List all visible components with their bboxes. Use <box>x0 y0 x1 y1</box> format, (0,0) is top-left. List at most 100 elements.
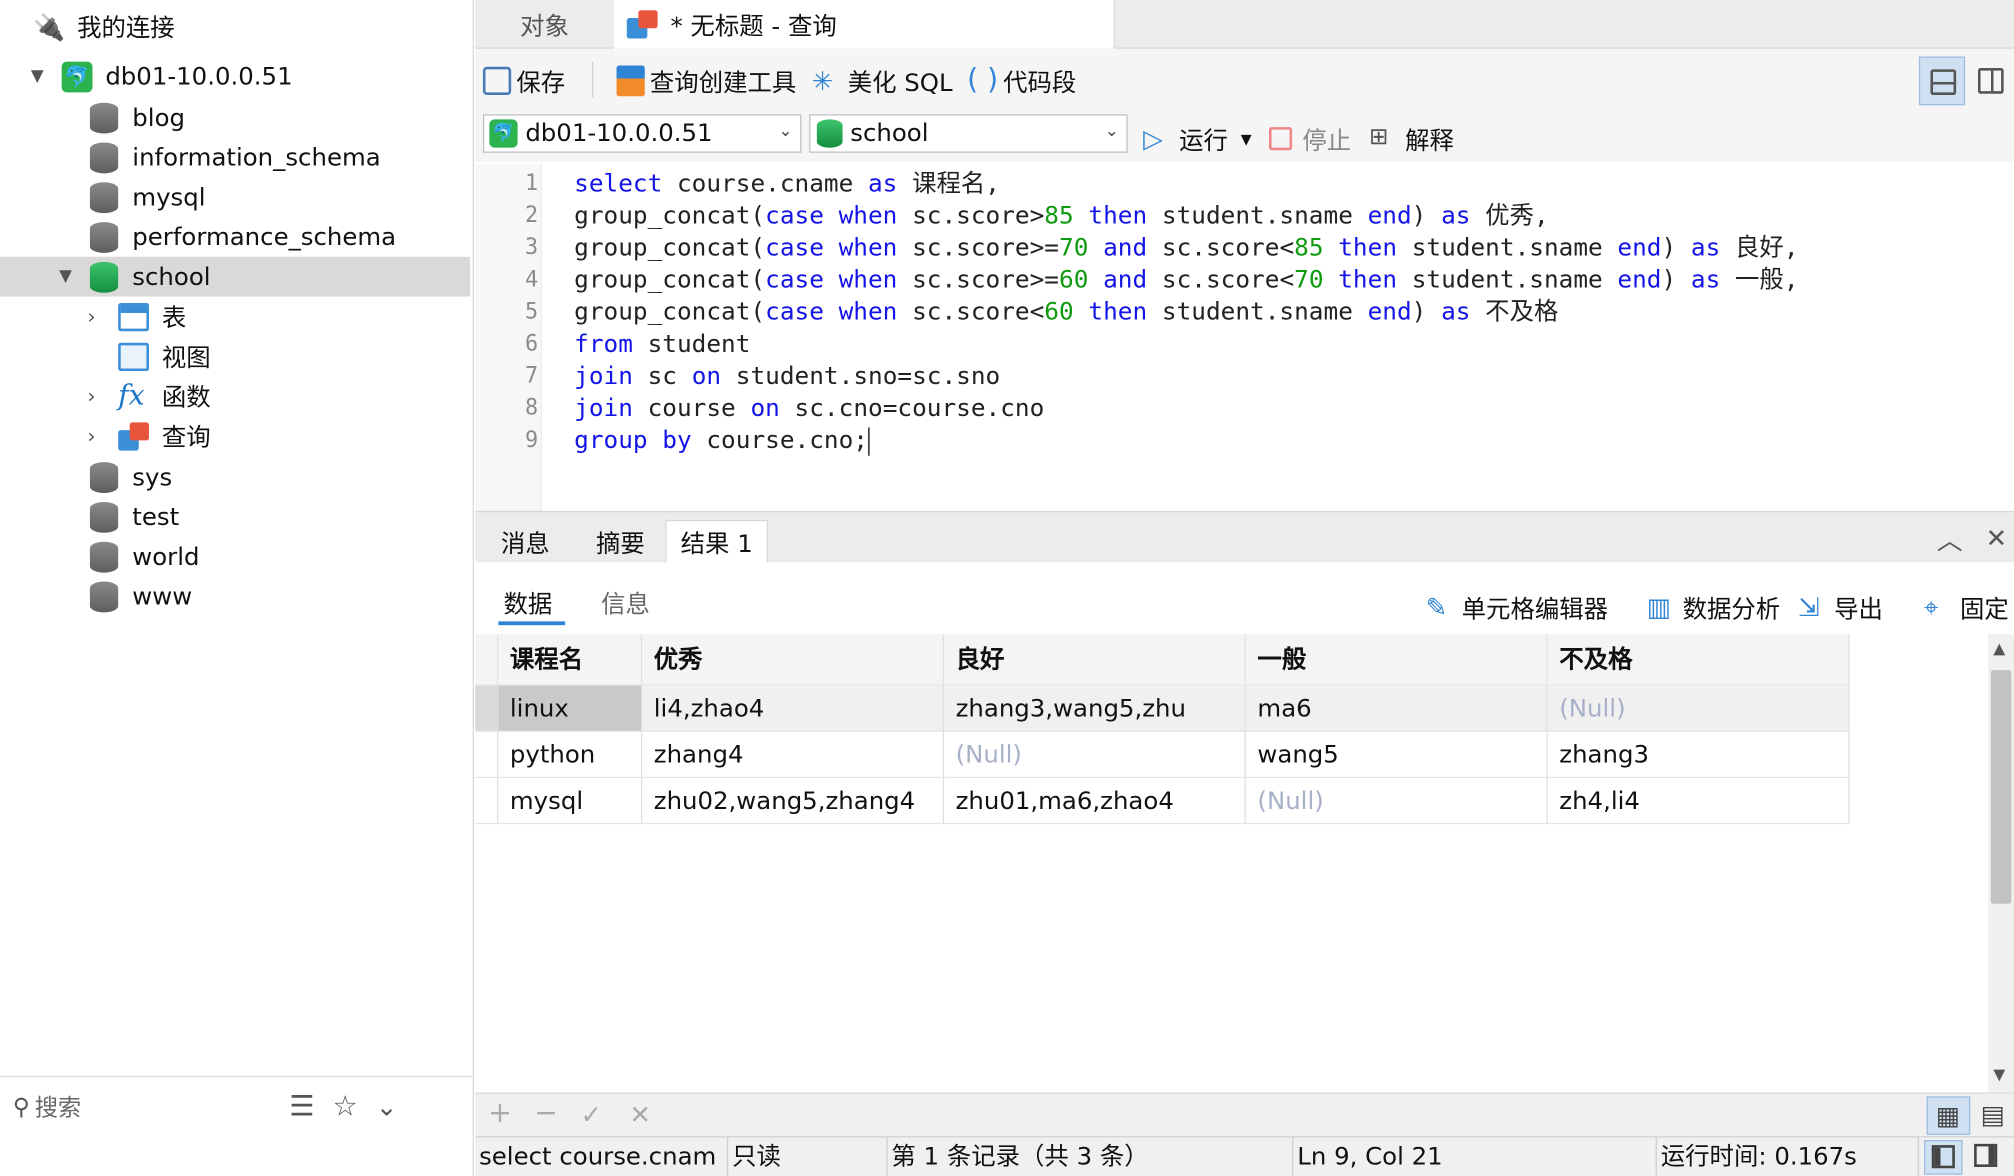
beautify-sql-button[interactable]: ✳ 美化 SQL <box>812 62 953 101</box>
star-icon[interactable]: ☆ <box>333 1091 358 1123</box>
tree-db-mysql[interactable]: mysql <box>89 177 206 217</box>
search-icon: ⚲ <box>12 1093 30 1121</box>
line-number: 9 <box>524 427 539 454</box>
tab-messages[interactable]: 消息 <box>480 520 570 564</box>
close-icon[interactable]: ✕ <box>1986 523 2008 554</box>
chevron-right-icon[interactable]: › <box>87 304 95 328</box>
apply-changes-icon[interactable]: ✓ <box>581 1099 603 1130</box>
layout-horizontal-button[interactable] <box>1918 56 1966 106</box>
database-icon <box>89 580 119 612</box>
query-icon <box>626 10 658 39</box>
db-label: sys <box>132 462 173 492</box>
scroll-down-icon[interactable]: ▼ <box>1993 1066 2005 1084</box>
tab-info[interactable]: 信息 <box>601 585 650 620</box>
collapse-icon[interactable]: ⌄ <box>376 1091 398 1122</box>
tree-db-information-schema[interactable]: information_schema <box>89 137 381 177</box>
grid-cell[interactable]: ma6 <box>1245 685 1548 732</box>
code-line-9: group by course.cno; <box>574 426 870 456</box>
scroll-up-icon[interactable]: ▲ <box>1993 639 2005 657</box>
code-snippet-button[interactable]: ( ) 代码段 <box>967 62 1076 101</box>
layout-vertical-button[interactable] <box>1968 56 2014 105</box>
export-button[interactable]: ⇲ 导出 <box>1798 588 1883 627</box>
grid-cell[interactable]: python <box>498 731 643 778</box>
connection-select[interactable]: 🐬 db01-10.0.0.51 ⌄ <box>482 114 802 153</box>
grid-cell[interactable]: zhang4 <box>642 731 945 778</box>
db-label: blog <box>132 103 185 132</box>
data-analysis-button[interactable]: ▥ 数据分析 <box>1647 588 1781 627</box>
cell-editor-button[interactable]: ✎ 单元格编辑器 <box>1426 588 1608 627</box>
tree-db-blog[interactable]: blog <box>89 98 185 138</box>
tree-connection[interactable]: ▼ 🐬 db01-10.0.0.51 <box>0 56 473 96</box>
column-header[interactable]: 一般 <box>1245 634 1548 686</box>
grid-cell[interactable]: zhang3,wang5,zhu <box>944 685 1246 732</box>
pin-button[interactable]: ⌖ 固定 <box>1924 588 2009 627</box>
sql-editor[interactable]: 1 2 3 4 5 6 7 8 9 select course.cname as… <box>475 164 2014 511</box>
explain-button[interactable]: ⊞ 解释 <box>1369 119 1454 158</box>
discard-changes-icon[interactable]: ✕ <box>629 1099 651 1130</box>
tab-summary[interactable]: 摘要 <box>573 520 668 564</box>
grid-cell[interactable]: zhu02,wang5,zhang4 <box>642 777 945 825</box>
chevron-right-icon[interactable]: › <box>87 424 95 448</box>
row-selector[interactable] <box>475 777 499 825</box>
mysql-connection-icon: 🐬 <box>61 60 93 92</box>
grid-cell[interactable]: li4,zhao4 <box>642 685 945 732</box>
panel-left-button[interactable] <box>1924 1140 1963 1175</box>
run-button[interactable]: ▷ 运行 ▼ <box>1143 119 1252 158</box>
my-connections-header[interactable]: 🔌 我的连接 <box>33 6 174 46</box>
db-label: information_schema <box>132 143 381 172</box>
column-header[interactable]: 良好 <box>944 634 1246 686</box>
tab-data[interactable]: 数据 <box>503 585 552 620</box>
run-label: 运行 <box>1179 126 1228 155</box>
chevron-down-icon[interactable]: ▼ <box>59 267 72 286</box>
column-header[interactable]: 课程名 <box>498 634 643 686</box>
tree-db-www[interactable]: www <box>89 576 192 616</box>
result-grid: 课程名 优秀 良好 一般 不及格 linux li4,zhao4 zhang3,… <box>475 634 1989 1093</box>
grid-cell[interactable]: zhu01,ma6,zhao4 <box>944 777 1246 825</box>
delete-row-icon[interactable]: − <box>534 1098 558 1130</box>
grid-cell-null[interactable]: (Null) <box>1245 777 1548 825</box>
column-header[interactable]: 优秀 <box>642 634 945 686</box>
tree-school-tables[interactable]: › 表 <box>0 297 186 337</box>
tree-db-performance-schema[interactable]: performance_schema <box>89 217 396 257</box>
split-vertical-icon <box>1977 68 2004 94</box>
collapse-panel-icon[interactable]: ︿ <box>1937 520 1963 557</box>
scrollbar-thumb[interactable] <box>1990 670 2012 904</box>
grid-cell[interactable]: zh4,li4 <box>1547 777 1850 825</box>
query-builder-button[interactable]: 查询创建工具 <box>616 62 796 101</box>
grid-view-button[interactable]: ▦ <box>1926 1096 1971 1135</box>
search-input[interactable]: 搜索 <box>35 1090 279 1123</box>
column-header[interactable]: 不及格 <box>1547 634 1850 686</box>
database-icon <box>89 541 119 572</box>
grid-scrollbar[interactable]: ▲ ▼ <box>1988 634 2014 1093</box>
status-cursor-position: Ln 9, Col 21 <box>1293 1137 1657 1176</box>
stop-button[interactable]: 停止 <box>1268 119 1351 158</box>
tree-school-queries[interactable]: › 查询 <box>0 416 211 456</box>
form-view-button[interactable]: ▤ <box>1975 1096 2014 1135</box>
grid-cell[interactable]: zhang3 <box>1547 731 1850 778</box>
grid-cell[interactable]: linux <box>498 685 643 732</box>
chevron-right-icon[interactable]: › <box>87 384 95 408</box>
save-button[interactable]: 保存 <box>482 62 565 101</box>
grid-cell[interactable]: wang5 <box>1245 731 1548 778</box>
tree-school-views[interactable]: 视图 <box>118 336 211 376</box>
row-selector[interactable] <box>475 685 499 732</box>
tree-school-functions[interactable]: › fx 函数 <box>0 376 210 416</box>
tab-result-1[interactable]: 结果 1 <box>665 519 769 564</box>
tree-db-school[interactable]: ▼ school <box>0 256 471 297</box>
chevron-down-icon[interactable]: ▼ <box>31 67 44 86</box>
tree-db-sys[interactable]: sys <box>89 457 173 497</box>
tree-db-test[interactable]: test <box>89 497 179 537</box>
tab-objects[interactable]: 对象 <box>475 0 614 49</box>
add-row-icon[interactable]: + <box>488 1098 512 1130</box>
row-selector[interactable] <box>475 731 499 778</box>
filter-icon[interactable]: ☰ <box>289 1091 314 1123</box>
grid-cell-null[interactable]: (Null) <box>944 731 1246 778</box>
database-icon <box>89 102 119 133</box>
panel-right-button[interactable] <box>1968 1140 2007 1175</box>
database-select[interactable]: school ⌄ <box>809 114 1128 153</box>
tab-query[interactable]: * 无标题 - 查询 <box>613 0 1115 49</box>
grid-cell[interactable]: mysql <box>498 777 643 825</box>
run-dropdown-icon[interactable]: ▼ <box>1241 130 1252 147</box>
tree-db-world[interactable]: world <box>89 537 200 577</box>
grid-cell-null[interactable]: (Null) <box>1547 685 1850 732</box>
